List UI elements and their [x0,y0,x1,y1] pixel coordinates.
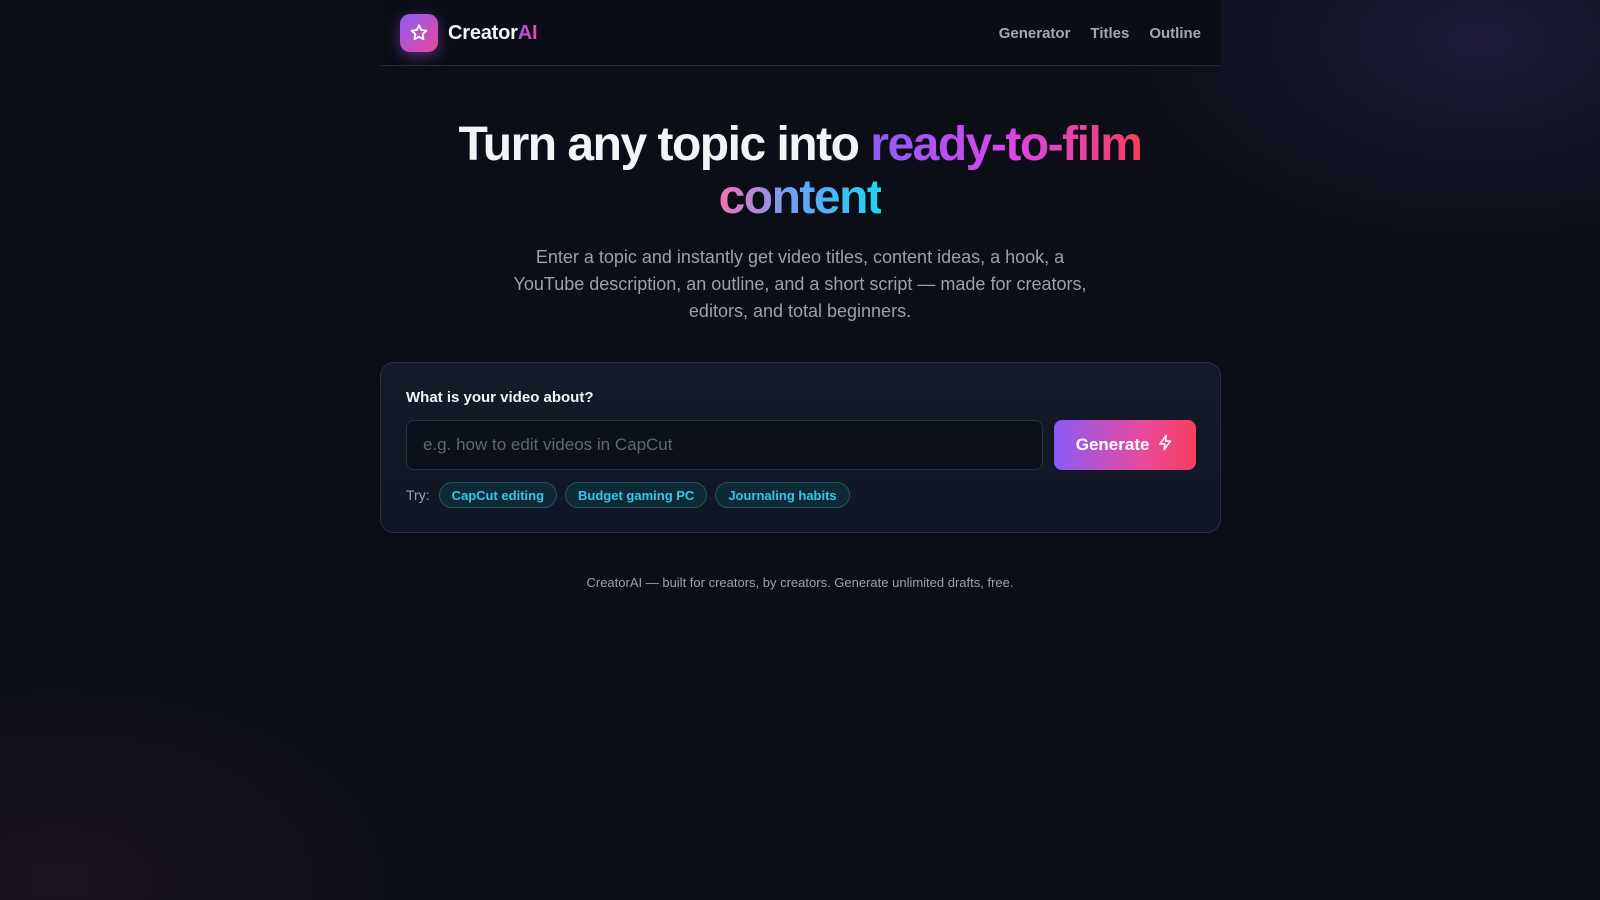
lightning-icon [1157,434,1174,456]
nav-link-outline[interactable]: Outline [1149,25,1201,42]
nav-link-generator[interactable]: Generator [999,25,1071,42]
topic-form-card: What is your video about? Generate Try: … [380,362,1221,533]
suggestion-chip-journaling[interactable]: Journaling habits [715,482,850,508]
topic-input[interactable] [406,420,1044,470]
hero-title-highlight-2: content [718,171,883,224]
star-icon [400,14,438,52]
footer-text: CreatorAI — built for creators, by creat… [586,575,1014,590]
top-nav: CreatorAI Generator Titles Outline [380,0,1221,66]
hero-title: Turn any topic into ready-to-film conten… [0,118,1600,224]
brand[interactable]: CreatorAI [400,14,538,52]
nav-links: Generator Titles Outline [999,25,1201,42]
suggestion-row: Try: CapCut editing Budget gaming PC Jou… [406,482,1196,508]
hero-subtitle: Enter a topic and instantly get video ti… [513,247,1087,321]
suggestion-chip-capcut[interactable]: CapCut editing [438,482,558,508]
brand-name-prefix: Creator [448,21,518,44]
suggestion-chip-gaming-pc[interactable]: Budget gaming PC [565,482,708,508]
hero: Turn any topic into ready-to-film conten… [0,118,1600,325]
try-label: Try: [406,487,430,503]
brand-name-suffix: AI [517,21,538,44]
generate-button-label: Generate [1075,435,1150,454]
input-row: Generate [406,420,1196,470]
brand-name: CreatorAI [448,21,538,45]
hero-title-plain: Turn any topic into [458,118,860,171]
generate-button[interactable]: Generate [1054,420,1196,470]
topic-input-label: What is your video about? [406,389,594,406]
hero-title-highlight: ready-to-film [870,118,1143,171]
nav-link-titles[interactable]: Titles [1090,25,1129,42]
